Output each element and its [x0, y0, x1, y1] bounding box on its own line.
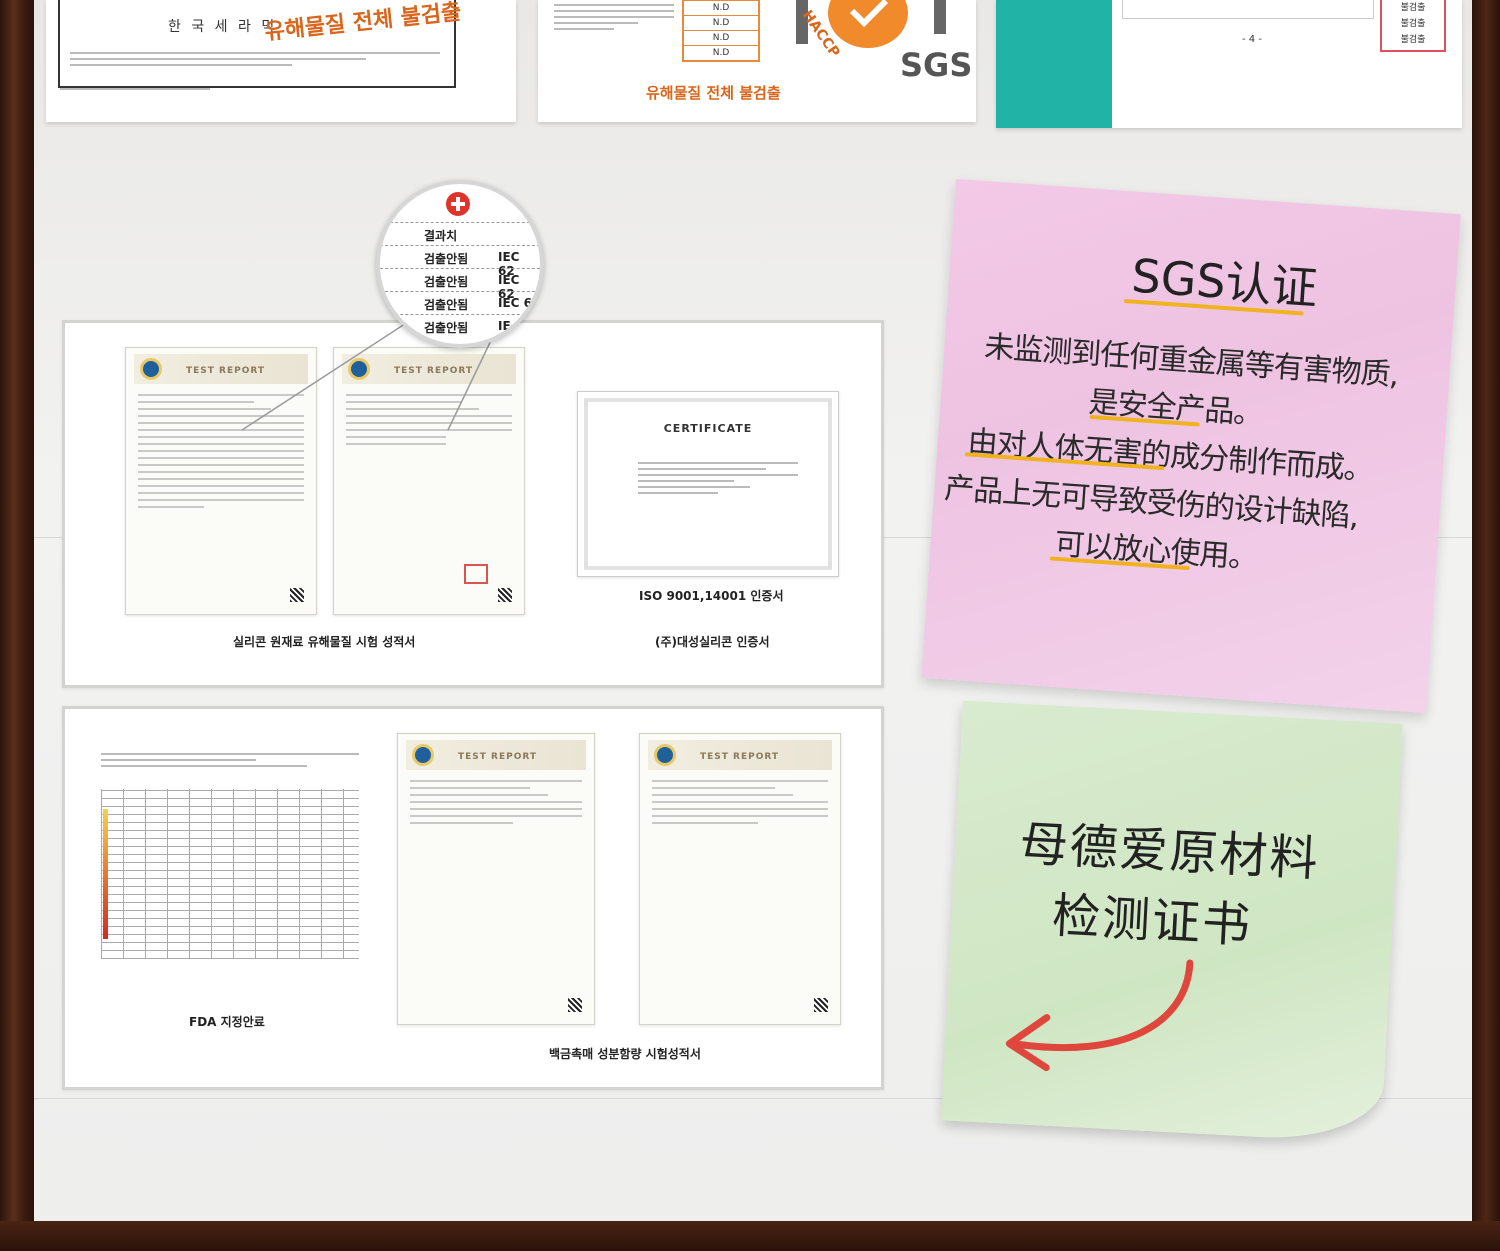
- magnifier-label: 검출안됨: [424, 321, 469, 335]
- materials-sticky-note: 母德爱原材料 检测证书: [941, 700, 1403, 1144]
- wood-frame-bottom: [0, 1221, 1500, 1251]
- magnifier-zoom: 결과치 검출안됨 IEC 62 검출안됨 IEC 62 검출안됨 IEC 6 검출안됨…: [376, 180, 544, 348]
- display-board: 한 국 세 라 믹 유해물질 전체 불검출 N.D N.D N.D N.D HA…: [34, 0, 1472, 1221]
- magnifier-row: 검출안됨 IEC 6: [380, 291, 540, 315]
- sgs-sticky-note: SGS认证 未监测到任何重金属等有害物质, 是安全产品。 由对人体无害的成分制作…: [921, 178, 1461, 714]
- sgs-note-line: 可以放心使用。: [1053, 526, 1259, 576]
- magnifier-ref: IE: [498, 319, 511, 333]
- wood-frame-left: [0, 0, 34, 1251]
- magnifier-label: 검출안됨: [424, 298, 469, 312]
- magnifier-label: 검출안됨: [424, 252, 469, 266]
- magnifier-row: 검출안됨 IEC 62: [380, 268, 540, 301]
- wood-frame-right: [1472, 0, 1500, 1251]
- magnifier-ref: IEC 6: [498, 296, 532, 310]
- magnifier-row: 검출안됨 IEC 62: [380, 245, 540, 278]
- materials-note-title-2: 检测证书: [1050, 887, 1254, 955]
- plus-icon: [446, 192, 470, 216]
- red-arrow-icon: [1005, 959, 1194, 1072]
- magnifier-header-row: 결과치: [380, 222, 540, 246]
- magnifier-header: 결과치: [424, 229, 458, 243]
- magnifier-row: 검출안됨 IE: [380, 314, 540, 338]
- magnifier-label: 검출안됨: [424, 275, 469, 289]
